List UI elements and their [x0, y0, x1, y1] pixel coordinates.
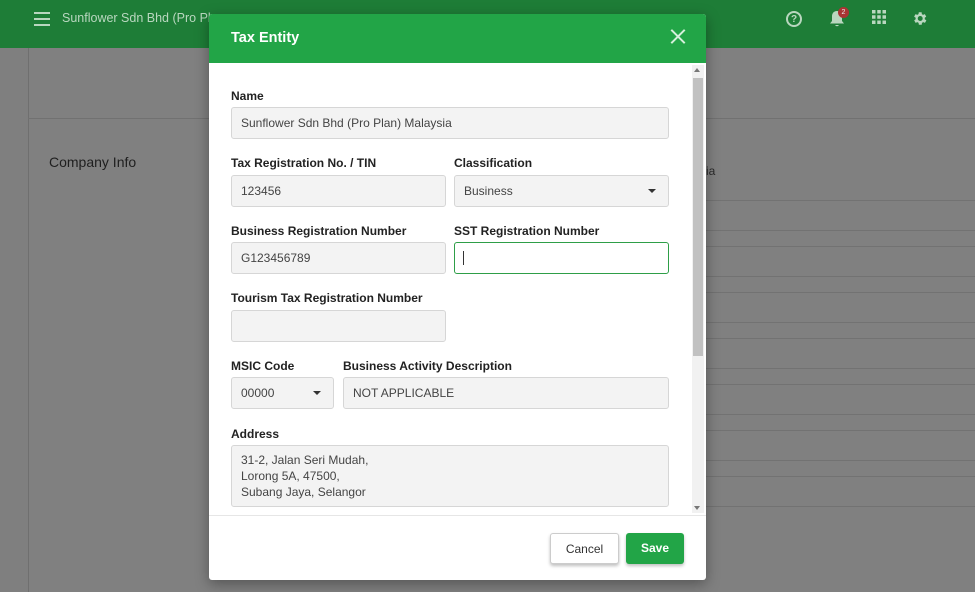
- name-label: Name: [231, 89, 264, 103]
- apps-grid-icon[interactable]: [870, 10, 888, 28]
- chevron-down-icon: [313, 391, 321, 395]
- tin-label: Tax Registration No. / TIN: [231, 156, 377, 170]
- dialog-body: Name Sunflower Sdn Bhd (Pro Plan) Malays…: [209, 63, 706, 515]
- tourism-label: Tourism Tax Registration Number: [231, 291, 423, 305]
- background-row-divider: [706, 476, 975, 477]
- cancel-button[interactable]: Cancel: [550, 533, 619, 564]
- address-line: 31-2, Jalan Seri Mudah,: [241, 453, 369, 467]
- brn-label: Business Registration Number: [231, 224, 407, 238]
- background-row-divider: [706, 246, 975, 247]
- close-icon[interactable]: [670, 28, 686, 44]
- notification-badge: 2: [838, 7, 849, 18]
- background-row-divider: [706, 276, 975, 277]
- background-row-divider: [706, 414, 975, 415]
- sst-field[interactable]: [454, 242, 669, 274]
- menu-icon[interactable]: [34, 12, 50, 26]
- msic-label: MSIC Code: [231, 359, 295, 373]
- background-text: ia: [706, 164, 716, 178]
- background-row-divider: [706, 430, 975, 431]
- dialog-scrollbar[interactable]: [692, 65, 704, 513]
- dialog-header: Tax Entity: [209, 14, 706, 63]
- name-field[interactable]: Sunflower Sdn Bhd (Pro Plan) Malaysia: [231, 107, 669, 139]
- activity-label: Business Activity Description: [343, 359, 512, 373]
- background-row-divider: [706, 230, 975, 231]
- address-textarea[interactable]: 31-2, Jalan Seri Mudah, Lorong 5A, 47500…: [231, 445, 669, 507]
- dialog-footer: Cancel Save: [209, 515, 706, 580]
- section-title: Company Info: [49, 154, 137, 170]
- background-row-divider: [706, 384, 975, 385]
- tax-entity-dialog: Tax Entity Name Sunflower Sdn Bhd (Pro P…: [209, 14, 706, 580]
- background-row-divider: [706, 200, 975, 201]
- brn-field[interactable]: G123456789: [231, 242, 446, 274]
- background-row-divider: [706, 506, 975, 507]
- dialog-title: Tax Entity: [231, 30, 300, 46]
- address-label: Address: [231, 427, 280, 441]
- text-caret: [463, 251, 464, 265]
- background-row-divider: [706, 322, 975, 323]
- activity-field[interactable]: NOT APPLICABLE: [343, 377, 669, 409]
- help-icon[interactable]: ?: [786, 11, 802, 27]
- msic-value: 00000: [241, 386, 275, 400]
- background-row-divider: [706, 460, 975, 461]
- chevron-down-icon: [648, 189, 656, 193]
- classification-value: Business: [464, 184, 513, 198]
- tin-field[interactable]: 123456: [231, 175, 446, 207]
- background-row-divider: [706, 368, 975, 369]
- sst-label: SST Registration Number: [454, 224, 600, 238]
- msic-select[interactable]: 00000: [231, 377, 334, 409]
- address-line: Subang Jaya, Selangor: [241, 485, 366, 499]
- scroll-thumb[interactable]: [693, 78, 703, 356]
- tourism-field[interactable]: [231, 310, 446, 342]
- save-button[interactable]: Save: [626, 533, 684, 564]
- background-row-divider: [706, 292, 975, 293]
- scroll-up-icon[interactable]: [694, 68, 700, 72]
- background-row-divider: [706, 338, 975, 339]
- address-line: Lorong 5A, 47500,: [241, 469, 340, 483]
- app-title: Sunflower Sdn Bhd (Pro Plan: [62, 11, 225, 25]
- gear-icon[interactable]: [910, 10, 928, 28]
- classification-label: Classification: [454, 156, 533, 170]
- scroll-down-icon[interactable]: [694, 506, 700, 510]
- classification-select[interactable]: Business: [454, 175, 669, 207]
